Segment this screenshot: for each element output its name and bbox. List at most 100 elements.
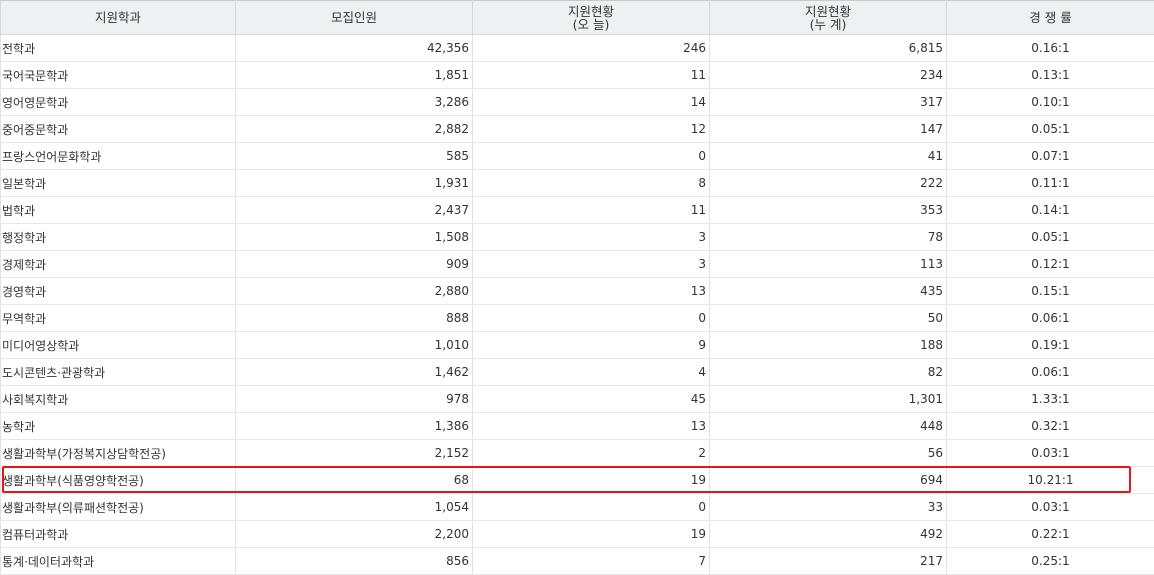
today-cell: 246 [473,35,710,62]
dept-cell: 영어영문학과 [1,89,236,116]
today-cell: 11 [473,197,710,224]
ratio-cell: 0.32:1 [947,413,1154,440]
dept-cell: 생활과학부(가정복지상담학전공) [1,440,236,467]
quota-cell: 909 [236,251,473,278]
ratio-cell: 0.05:1 [947,224,1154,251]
today-cell: 7 [473,548,710,575]
ratio-cell: 0.06:1 [947,305,1154,332]
total-cell: 56 [710,440,947,467]
ratio-cell: 0.22:1 [947,521,1154,548]
today-cell: 45 [473,386,710,413]
table-row: 법학과 2,437 11 353 0.14:1 [1,197,1154,224]
table-row: 도시콘텐츠·관광학과 1,462 4 82 0.06:1 [1,359,1154,386]
dept-cell: 일본학과 [1,170,236,197]
total-cell: 448 [710,413,947,440]
table-row: 생활과학부(의류패션학전공) 1,054 0 33 0.03:1 [1,494,1154,521]
today-cell: 13 [473,413,710,440]
quota-cell: 856 [236,548,473,575]
ratio-cell: 0.03:1 [947,494,1154,521]
table-row: 생활과학부(가정복지상담학전공) 2,152 2 56 0.03:1 [1,440,1154,467]
dept-cell: 경제학과 [1,251,236,278]
quota-cell: 888 [236,305,473,332]
ratio-cell: 0.15:1 [947,278,1154,305]
dept-cell: 생활과학부(식품영양학전공) [1,467,236,494]
quota-cell: 1,508 [236,224,473,251]
header-quota: 모집인원 [236,1,473,35]
dept-cell: 도시콘텐츠·관광학과 [1,359,236,386]
header-row: 지원학과 모집인원 지원현황(오 늘) 지원현황(누 계) 경 쟁 률 [1,1,1154,35]
quota-cell: 1,010 [236,332,473,359]
application-status-table: 지원학과 모집인원 지원현황(오 늘) 지원현황(누 계) 경 쟁 률 전학과 … [0,0,1154,575]
ratio-cell: 0.05:1 [947,116,1154,143]
today-cell: 0 [473,305,710,332]
dept-cell: 미디어영상학과 [1,332,236,359]
dept-cell: 사회복지학과 [1,386,236,413]
table-row: 농학과 1,386 13 448 0.32:1 [1,413,1154,440]
table-row: 통계·데이터과학과 856 7 217 0.25:1 [1,548,1154,575]
total-cell: 6,815 [710,35,947,62]
total-cell: 188 [710,332,947,359]
total-cell: 78 [710,224,947,251]
dept-cell: 국어국문학과 [1,62,236,89]
table-row-highlighted: 생활과학부(식품영양학전공) 68 19 694 10.21:1 [1,467,1154,494]
ratio-cell: 0.10:1 [947,89,1154,116]
quota-cell: 68 [236,467,473,494]
table-row: 국어국문학과 1,851 11 234 0.13:1 [1,62,1154,89]
total-cell: 435 [710,278,947,305]
today-cell: 8 [473,170,710,197]
table-row: 무역학과 888 0 50 0.06:1 [1,305,1154,332]
quota-cell: 2,152 [236,440,473,467]
total-cell: 694 [710,467,947,494]
quota-cell: 2,882 [236,116,473,143]
total-cell: 50 [710,305,947,332]
total-cell: 217 [710,548,947,575]
dept-cell: 법학과 [1,197,236,224]
header-today: 지원현황(오 늘) [473,1,710,35]
dept-cell: 프랑스언어문화학과 [1,143,236,170]
table-row: 영어영문학과 3,286 14 317 0.10:1 [1,89,1154,116]
ratio-cell: 1.33:1 [947,386,1154,413]
ratio-cell: 0.19:1 [947,332,1154,359]
today-cell: 11 [473,62,710,89]
table-row: 중어중문학과 2,882 12 147 0.05:1 [1,116,1154,143]
total-cell: 353 [710,197,947,224]
table-row: 행정학과 1,508 3 78 0.05:1 [1,224,1154,251]
today-cell: 9 [473,332,710,359]
total-cell: 113 [710,251,947,278]
header-total: 지원현황(누 계) [710,1,947,35]
table-row: 사회복지학과 978 45 1,301 1.33:1 [1,386,1154,413]
table-row: 프랑스언어문화학과 585 0 41 0.07:1 [1,143,1154,170]
total-cell: 147 [710,116,947,143]
total-cell: 41 [710,143,947,170]
ratio-cell: 0.03:1 [947,440,1154,467]
today-cell: 19 [473,521,710,548]
ratio-cell: 0.12:1 [947,251,1154,278]
today-cell: 3 [473,251,710,278]
dept-cell: 무역학과 [1,305,236,332]
quota-cell: 1,462 [236,359,473,386]
ratio-cell: 0.25:1 [947,548,1154,575]
table-row: 경영학과 2,880 13 435 0.15:1 [1,278,1154,305]
quota-cell: 3,286 [236,89,473,116]
ratio-cell: 0.06:1 [947,359,1154,386]
dept-cell: 행정학과 [1,224,236,251]
today-cell: 2 [473,440,710,467]
header-ratio: 경 쟁 률 [947,1,1154,35]
table-row: 일본학과 1,931 8 222 0.11:1 [1,170,1154,197]
ratio-cell: 0.14:1 [947,197,1154,224]
quota-cell: 2,200 [236,521,473,548]
ratio-cell: 10.21:1 [947,467,1154,494]
today-cell: 4 [473,359,710,386]
total-cell: 222 [710,170,947,197]
table-row: 미디어영상학과 1,010 9 188 0.19:1 [1,332,1154,359]
today-cell: 3 [473,224,710,251]
quota-cell: 2,437 [236,197,473,224]
dept-cell: 생활과학부(의류패션학전공) [1,494,236,521]
table-row: 컴퓨터과학과 2,200 19 492 0.22:1 [1,521,1154,548]
dept-cell: 경영학과 [1,278,236,305]
quota-cell: 585 [236,143,473,170]
ratio-cell: 0.16:1 [947,35,1154,62]
today-cell: 13 [473,278,710,305]
quota-cell: 1,851 [236,62,473,89]
total-cell: 234 [710,62,947,89]
